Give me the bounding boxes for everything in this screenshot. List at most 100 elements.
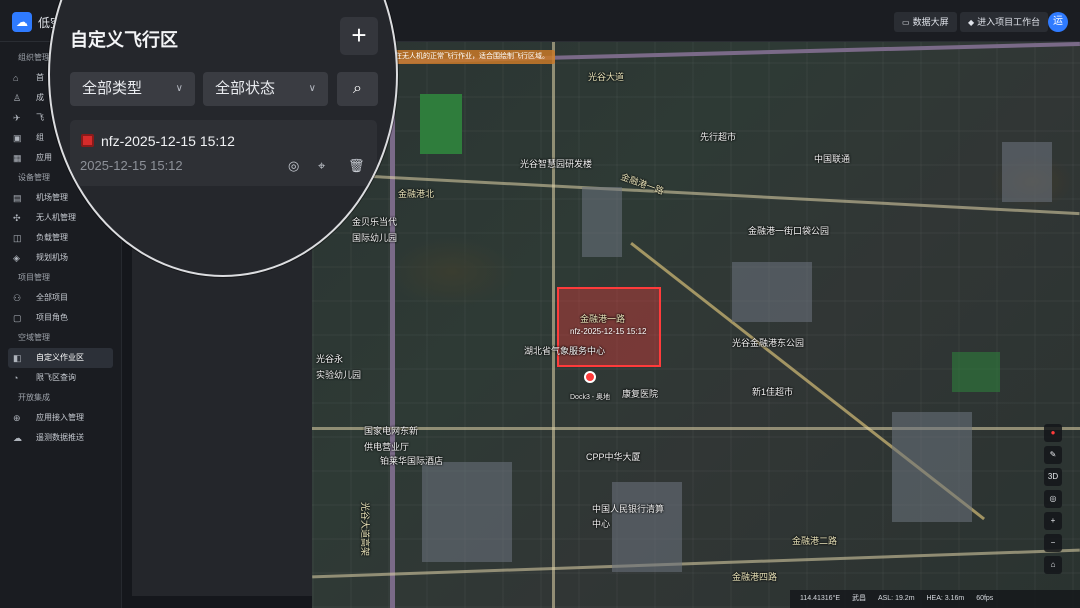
building-block xyxy=(612,482,682,572)
map-label: 金融港一路 xyxy=(619,171,666,197)
sidebar-item-label: 组 xyxy=(36,133,44,142)
sidebar-group-airspace: 空域管理 xyxy=(18,333,50,342)
workspace-button[interactable]: ◆ 进入项目工作台 xyxy=(960,12,1049,32)
custom-zone-icon: ◧ xyxy=(13,353,22,363)
chevron-down-icon: ∨ xyxy=(308,83,316,94)
map-toolbar: ● ✎ 3D ◎ + − ⌂ xyxy=(1044,424,1062,578)
sidebar-item-label: 首 xyxy=(36,73,44,82)
map-label: 金融港北 xyxy=(398,189,435,199)
sidebar-item-app-access[interactable]: ⊕ 应用接入管理 xyxy=(8,408,113,428)
zoom-in-icon[interactable]: + xyxy=(1044,512,1062,530)
add-zone-button[interactable]: + xyxy=(340,17,378,55)
road-vertical-1 xyxy=(552,42,555,608)
building-block xyxy=(582,187,622,257)
map-label: 中心 xyxy=(592,519,611,529)
sidebar-item-label: 自定义作业区 xyxy=(36,353,84,362)
type-filter-value: 全部类型 xyxy=(82,80,143,97)
map-label: 中国人民银行清算 xyxy=(592,504,665,514)
map-label: 供电营业厅 xyxy=(364,442,410,452)
search-icon: ⌕ xyxy=(353,80,362,97)
monitor-icon: ▭ xyxy=(902,18,910,27)
zone-created-time: 2025-12-15 15:12 xyxy=(80,158,183,173)
map-label: 光谷金融港东公园 xyxy=(732,338,805,348)
org-icon: ▣ xyxy=(13,133,22,143)
toggle-3d-button[interactable]: 3D xyxy=(1044,468,1062,486)
map-label: 先行超市 xyxy=(700,132,737,142)
map-label: Dock3 - 奥地 xyxy=(570,394,611,401)
status-filter-value: 全部状态 xyxy=(215,80,276,97)
map-label: 光谷大道高架 xyxy=(360,502,370,557)
stadium xyxy=(1002,142,1052,202)
draw-icon[interactable]: ✎ xyxy=(1044,446,1062,464)
cloud-push-icon: ☁ xyxy=(13,433,22,443)
coord-readout: 114.41316°E xyxy=(800,595,841,602)
chevron-down-icon: ∨ xyxy=(175,83,183,94)
role-icon: ▢ xyxy=(13,313,22,323)
dock-icon: ▤ xyxy=(13,193,22,203)
map-label: 湖北省气象服务中心 xyxy=(524,346,606,356)
sidebar-item-custom-zone[interactable]: ◧ 自定义作业区 xyxy=(8,348,113,368)
map-label: 康复医院 xyxy=(622,389,659,399)
magnifier-lens: 自定义飞行区 + 全部类型 ∨ 全部状态 ∨ ⌕ nfz-2025-12-15 … xyxy=(48,0,398,277)
dashboard-button[interactable]: ▭ 数据大屏 xyxy=(894,12,957,32)
sidebar-item-nfz-query[interactable]: ◔ 限飞区查询 xyxy=(8,368,113,388)
map-label: 金融港四路 xyxy=(732,572,778,582)
toggle-visibility-icon[interactable]: ◎ xyxy=(288,158,299,174)
zoom-out-icon[interactable]: − xyxy=(1044,534,1062,552)
apps-icon: ▦ xyxy=(13,153,22,163)
zone-list-item[interactable]: nfz-2025-12-15 15:12 2025-12-15 15:12 ◎ … xyxy=(70,120,377,186)
search-button[interactable]: ⌕ xyxy=(337,72,378,106)
map-label: CPP中华大厦 xyxy=(586,452,641,462)
delete-zone-icon[interactable]: 🗑 xyxy=(348,158,365,174)
map-label: 新1佳超市 xyxy=(752,387,794,397)
user-icon: ♙ xyxy=(13,93,22,103)
dashboard-label: 数据大屏 xyxy=(912,17,949,27)
app-access-icon: ⊕ xyxy=(13,413,21,423)
status-filter-select[interactable]: 全部状态 ∨ xyxy=(203,72,328,106)
plane-icon: ✈ xyxy=(13,113,21,123)
map-label: 光谷大道 xyxy=(588,72,625,82)
nfz-query-icon: ◔ xyxy=(13,373,19,383)
sidebar-item-label: 项目角色 xyxy=(36,313,68,322)
map-label: 实验幼儿园 xyxy=(316,370,362,380)
building-block xyxy=(732,262,812,322)
dock-location-pin-icon[interactable] xyxy=(584,371,596,383)
record-icon[interactable]: ● xyxy=(1044,424,1062,442)
map-label: 金融港一街口袋公园 xyxy=(748,226,830,236)
sidebar-item-telemetry-push[interactable]: ☁ 遥测数据推送 xyxy=(8,428,113,448)
map-label: 中国联通 xyxy=(814,154,851,164)
map-status-bar: 114.41316°E 武昌 ASL: 19.2m HEA: 3.16m 60f… xyxy=(790,590,1080,608)
green-area xyxy=(952,352,1000,392)
map-notice: 请在无人机的正常飞行作业，适合围绘制飞行区域。 xyxy=(382,50,555,64)
locate-zone-icon[interactable]: ⌖ xyxy=(318,158,325,174)
building-block xyxy=(422,462,512,562)
map-label: 铂莱华国际酒店 xyxy=(380,456,444,466)
project-icon: ⚇ xyxy=(13,293,22,303)
plan-dock-icon: ◈ xyxy=(13,253,20,263)
map-label: 金融港二路 xyxy=(792,536,838,546)
layers-toggle-icon[interactable]: ⌂ xyxy=(1044,556,1062,574)
layers-icon: ◆ xyxy=(968,18,975,27)
type-filter-select[interactable]: 全部类型 ∨ xyxy=(70,72,195,106)
avatar[interactable]: 运 xyxy=(1048,12,1068,32)
sidebar-item-label: 限飞区查询 xyxy=(36,373,76,382)
sidebar-item-label: 飞 xyxy=(36,113,44,122)
satellite-map[interactable]: 请在无人机的正常飞行作业，适合围绘制飞行区域。 光谷大道 先行超市 光谷智慧园研… xyxy=(312,42,1080,608)
sidebar-item-label: 应用接入管理 xyxy=(36,413,84,422)
sidebar-item-project-roles[interactable]: ▢ 项目角色 xyxy=(8,308,113,328)
cloud-logo-icon: ☁ xyxy=(12,12,32,32)
asl-readout: ASL: 19.2m xyxy=(877,595,915,602)
home-icon: ⌂ xyxy=(13,73,19,83)
zone-name: nfz-2025-12-15 15:12 xyxy=(101,133,235,149)
fps-readout: 60fps xyxy=(976,595,994,602)
workspace-label: 进入项目工作台 xyxy=(977,17,1041,27)
locate-icon[interactable]: ◎ xyxy=(1044,490,1062,508)
payload-icon: ◫ xyxy=(13,233,22,243)
map-label: 国家电网东新 xyxy=(364,426,419,436)
map-label: 光谷永 xyxy=(316,354,344,364)
sports-field xyxy=(420,94,462,154)
sidebar-item-all-projects[interactable]: ⚇ 全部项目 xyxy=(8,288,113,308)
panel-title: 自定义飞行区 xyxy=(70,30,178,50)
sidebar-item-label: 全部项目 xyxy=(36,293,68,302)
sidebar-item-label: 遥测数据推送 xyxy=(36,433,84,442)
